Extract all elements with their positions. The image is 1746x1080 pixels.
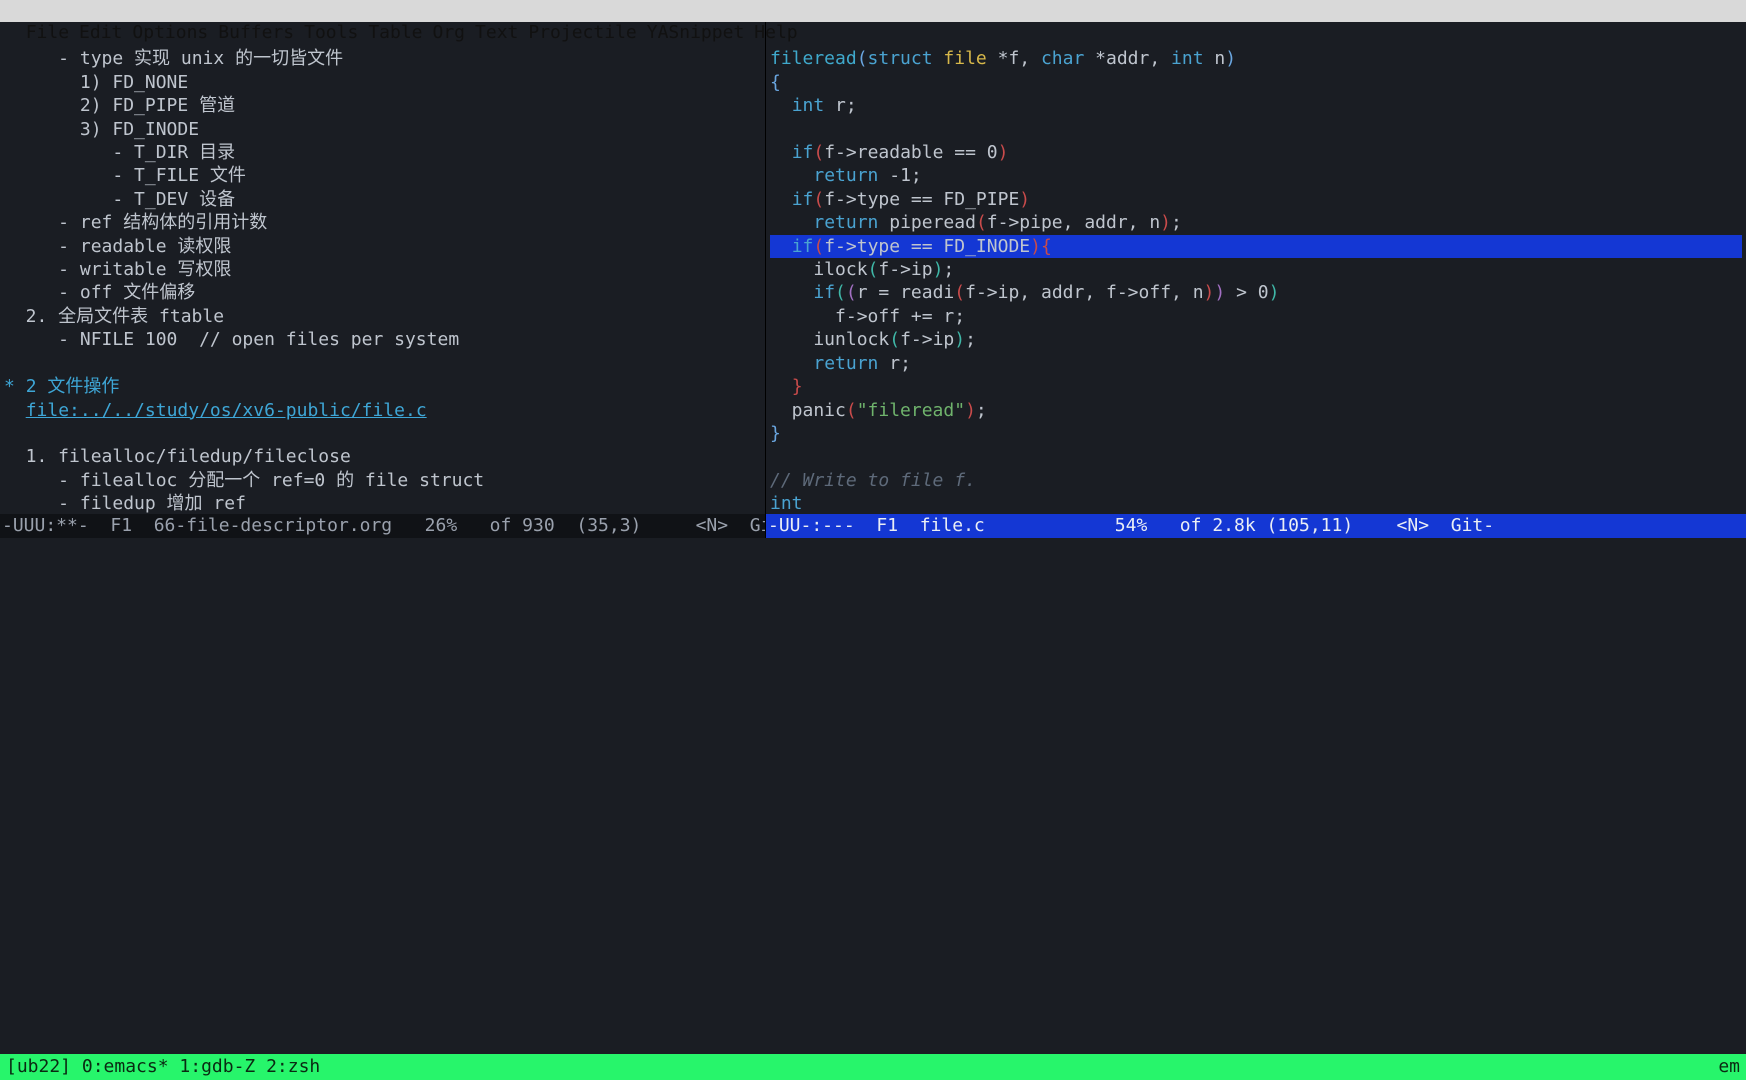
menubar[interactable]: FileEditOptionsBuffersToolsTableOrgTextP…	[0, 0, 1746, 22]
kw-if: if	[792, 189, 814, 210]
org-line: 2) FD_PIPE 管道	[4, 95, 235, 116]
kw-struct: struct	[868, 48, 933, 69]
kw-char: char	[1041, 48, 1084, 69]
org-line: - T_DIR 目录	[4, 142, 235, 163]
org-line: - ref 结构体的引用计数	[4, 212, 267, 233]
org-line: - T_FILE 文件	[4, 165, 246, 186]
kw-int: int	[1171, 48, 1204, 69]
editor-area: - type 实现 unix 的一切皆文件 1) FD_NONE 2) FD_P…	[0, 22, 1746, 538]
tmux-status[interactable]: [ub22] 0:emacs* 1:gdb-Z 2:zsh em	[0, 1054, 1746, 1080]
kw-int: int	[770, 493, 803, 514]
fn-name: fileread	[770, 48, 857, 69]
left-pane[interactable]: - type 实现 unix 的一切皆文件 1) FD_NONE 2) FD_P…	[0, 22, 765, 538]
org-heading: 2 文件操作	[26, 376, 120, 397]
org-line: 3) FD_INODE	[4, 119, 199, 140]
right-buffer[interactable]: fileread(struct file *f, char *addr, int…	[766, 22, 1746, 514]
comment: // Write to file f.	[770, 470, 976, 491]
org-line: 1. filealloc/filedup/fileclose	[4, 446, 351, 467]
org-heading-star: *	[4, 376, 26, 397]
org-line: - NFILE 100 // open files per system	[4, 329, 459, 350]
kw-if: if	[792, 142, 814, 163]
kw-if: if	[792, 236, 814, 257]
org-link[interactable]: file:../../study/os/xv6-public/file.c	[26, 400, 427, 421]
org-line: - readable 读权限	[4, 236, 231, 257]
string-literal: "fileread"	[857, 400, 965, 421]
org-line: - filealloc 分配一个 ref=0 的 file struct	[4, 470, 484, 491]
left-buffer[interactable]: - type 实现 unix 的一切皆文件 1) FD_NONE 2) FD_P…	[0, 22, 765, 514]
org-line: - type 实现 unix 的一切皆文件	[4, 48, 343, 69]
kw-return: return	[813, 212, 878, 233]
org-line: - writable 写权限	[4, 259, 231, 280]
right-modeline: -UU-:--- F1 file.c 54% of 2.8k (105,11) …	[766, 514, 1746, 538]
org-line: - filedup 增加 ref	[4, 493, 246, 514]
org-line: - off 文件偏移	[4, 282, 195, 303]
org-line: 2. 全局文件表 ftable	[4, 306, 224, 327]
kw-return: return	[813, 165, 878, 186]
tmux-left[interactable]: [ub22] 0:emacs* 1:gdb-Z 2:zsh	[6, 1054, 320, 1080]
right-pane[interactable]: fileread(struct file *f, char *addr, int…	[765, 22, 1746, 538]
ty-file: file	[943, 48, 986, 69]
tmux-right: em	[1718, 1054, 1740, 1080]
highlighted-line: if(f->type == FD_INODE){	[770, 235, 1742, 258]
org-line: 1) FD_NONE	[4, 72, 188, 93]
org-line: - T_DEV 设备	[4, 189, 235, 210]
minibuffer-area[interactable]	[0, 538, 1746, 1054]
kw-return: return	[813, 353, 878, 374]
left-modeline: -UUU:**- F1 66-file-descriptor.org 26% o…	[0, 514, 765, 538]
kw-if: if	[813, 282, 835, 303]
kw-int: int	[792, 95, 825, 116]
